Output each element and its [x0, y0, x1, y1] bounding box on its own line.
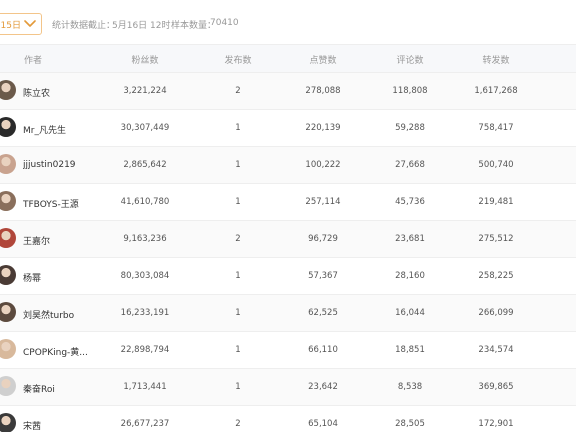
- posts-count: 2: [235, 234, 241, 244]
- avatar[interactable]: [0, 302, 16, 322]
- comments-count: 118,808: [392, 86, 428, 96]
- stats-cutoff-label: 统计数据截止：: [52, 21, 116, 31]
- filter-bar: 5月15日 统计数据截止： 5月16日 12时 样本数量： 70410: [0, 0, 576, 44]
- table-row[interactable]: 陈立农 3,221,224 2 278,088 118,808 1,617,26…: [0, 73, 576, 110]
- sample-count-value: 70410: [210, 18, 239, 28]
- reposts-count: 1,617,268: [474, 86, 518, 96]
- likes-count: 278,088: [305, 86, 341, 96]
- author-name[interactable]: 秦奋Roi: [23, 382, 55, 395]
- author-name[interactable]: 陈立农: [23, 86, 50, 99]
- fans-count: 16,233,191: [120, 308, 170, 318]
- column-header-fans[interactable]: 粉丝数: [131, 53, 158, 66]
- table-row[interactable]: jjjustin0219 2,865,642 1 100,222 27,668 …: [0, 147, 576, 184]
- avatar[interactable]: [0, 339, 16, 359]
- likes-count: 66,110: [308, 345, 338, 355]
- column-header-posts[interactable]: 发布数: [224, 53, 251, 66]
- reposts-count: 758,417: [478, 123, 514, 133]
- comments-count: 59,288: [395, 123, 425, 133]
- author-name[interactable]: 宋茜: [23, 419, 41, 432]
- table-header: 作者 粉丝数 发布数 点赞数 评论数 转发数: [0, 44, 576, 73]
- column-header-reposts[interactable]: 转发数: [482, 53, 509, 66]
- author-name[interactable]: jjjustin0219: [23, 160, 76, 170]
- likes-count: 23,642: [308, 382, 338, 392]
- date-dropdown[interactable]: 5月15日: [0, 13, 42, 35]
- posts-count: 2: [235, 419, 241, 429]
- stats-cutoff-date: 5月16日 12时: [112, 21, 171, 31]
- reposts-count: 275,512: [478, 234, 514, 244]
- table-row[interactable]: Mr_凡先生 30,307,449 1 220,139 59,288 758,4…: [0, 110, 576, 147]
- author-name[interactable]: CPOPKing-黄...: [23, 345, 88, 358]
- table-row[interactable]: TFBOYS-王源 41,610,780 1 257,114 45,736 21…: [0, 184, 576, 221]
- author-name[interactable]: Mr_凡先生: [23, 123, 66, 136]
- column-header-likes[interactable]: 点赞数: [309, 53, 336, 66]
- likes-count: 257,114: [305, 197, 341, 207]
- comments-count: 16,044: [395, 308, 425, 318]
- fans-count: 30,307,449: [120, 123, 170, 133]
- fans-count: 26,677,237: [120, 419, 170, 429]
- fans-count: 41,610,780: [120, 197, 170, 207]
- comments-count: 27,668: [395, 160, 425, 170]
- likes-count: 57,367: [308, 271, 338, 281]
- fans-count: 2,865,642: [123, 160, 167, 170]
- comments-count: 28,505: [395, 419, 425, 429]
- column-header-author[interactable]: 作者: [24, 53, 42, 66]
- avatar[interactable]: [0, 265, 16, 285]
- posts-count: 1: [235, 197, 241, 207]
- author-name[interactable]: 刘昊然turbo: [23, 308, 74, 321]
- reposts-count: 500,740: [478, 160, 514, 170]
- author-name[interactable]: 王嘉尔: [23, 234, 50, 247]
- avatar[interactable]: [0, 117, 16, 137]
- reposts-count: 219,481: [478, 197, 514, 207]
- avatar[interactable]: [0, 413, 16, 432]
- comments-count: 18,851: [395, 345, 425, 355]
- posts-count: 1: [235, 271, 241, 281]
- posts-count: 1: [235, 382, 241, 392]
- reposts-count: 266,099: [478, 308, 514, 318]
- date-dropdown-label: 5月15日: [0, 20, 21, 31]
- fans-count: 3,221,224: [123, 86, 167, 96]
- avatar[interactable]: [0, 191, 16, 211]
- comments-count: 8,538: [397, 382, 423, 392]
- likes-count: 100,222: [305, 160, 341, 170]
- avatar[interactable]: [0, 376, 16, 396]
- fans-count: 9,163,236: [123, 234, 167, 244]
- posts-count: 1: [235, 160, 241, 170]
- posts-count: 1: [235, 345, 241, 355]
- reposts-count: 258,225: [478, 271, 514, 281]
- fans-count: 80,303,084: [120, 271, 170, 281]
- table-row[interactable]: CPOPKing-黄... 22,898,794 1 66,110 18,851…: [0, 332, 576, 369]
- author-name[interactable]: 杨幂: [23, 271, 41, 284]
- ranking-table: 作者 粉丝数 发布数 点赞数 评论数 转发数 陈立农 3,221,224 2 2…: [0, 44, 576, 432]
- fans-count: 1,713,441: [123, 382, 167, 392]
- avatar[interactable]: [0, 80, 16, 100]
- avatar[interactable]: [0, 228, 16, 248]
- likes-count: 220,139: [305, 123, 341, 133]
- reposts-count: 234,574: [478, 345, 514, 355]
- reposts-count: 172,901: [478, 419, 514, 429]
- table-row[interactable]: 宋茜 26,677,237 2 65,104 28,505 172,901: [0, 406, 576, 432]
- likes-count: 65,104: [308, 419, 338, 429]
- reposts-count: 369,865: [478, 382, 514, 392]
- avatar[interactable]: [0, 154, 16, 174]
- table-row[interactable]: 王嘉尔 9,163,236 2 96,729 23,681 275,512: [0, 221, 576, 258]
- table-row[interactable]: 杨幂 80,303,084 1 57,367 28,160 258,225: [0, 258, 576, 295]
- table-row[interactable]: 秦奋Roi 1,713,441 1 23,642 8,538 369,865: [0, 369, 576, 406]
- author-name[interactable]: TFBOYS-王源: [23, 197, 79, 210]
- ranking-page: 5月15日 统计数据截止： 5月16日 12时 样本数量： 70410 作者 粉…: [0, 0, 576, 432]
- likes-count: 62,525: [308, 308, 338, 318]
- table-row[interactable]: 刘昊然turbo 16,233,191 1 62,525 16,044 266,…: [0, 295, 576, 332]
- posts-count: 1: [235, 123, 241, 133]
- posts-count: 2: [235, 86, 241, 96]
- comments-count: 23,681: [395, 234, 425, 244]
- posts-count: 1: [235, 308, 241, 318]
- likes-count: 96,729: [308, 234, 338, 244]
- fans-count: 22,898,794: [120, 345, 170, 355]
- comments-count: 28,160: [395, 271, 425, 281]
- comments-count: 45,736: [395, 197, 425, 207]
- column-header-comments[interactable]: 评论数: [396, 53, 423, 66]
- chevron-down-icon: [21, 15, 39, 33]
